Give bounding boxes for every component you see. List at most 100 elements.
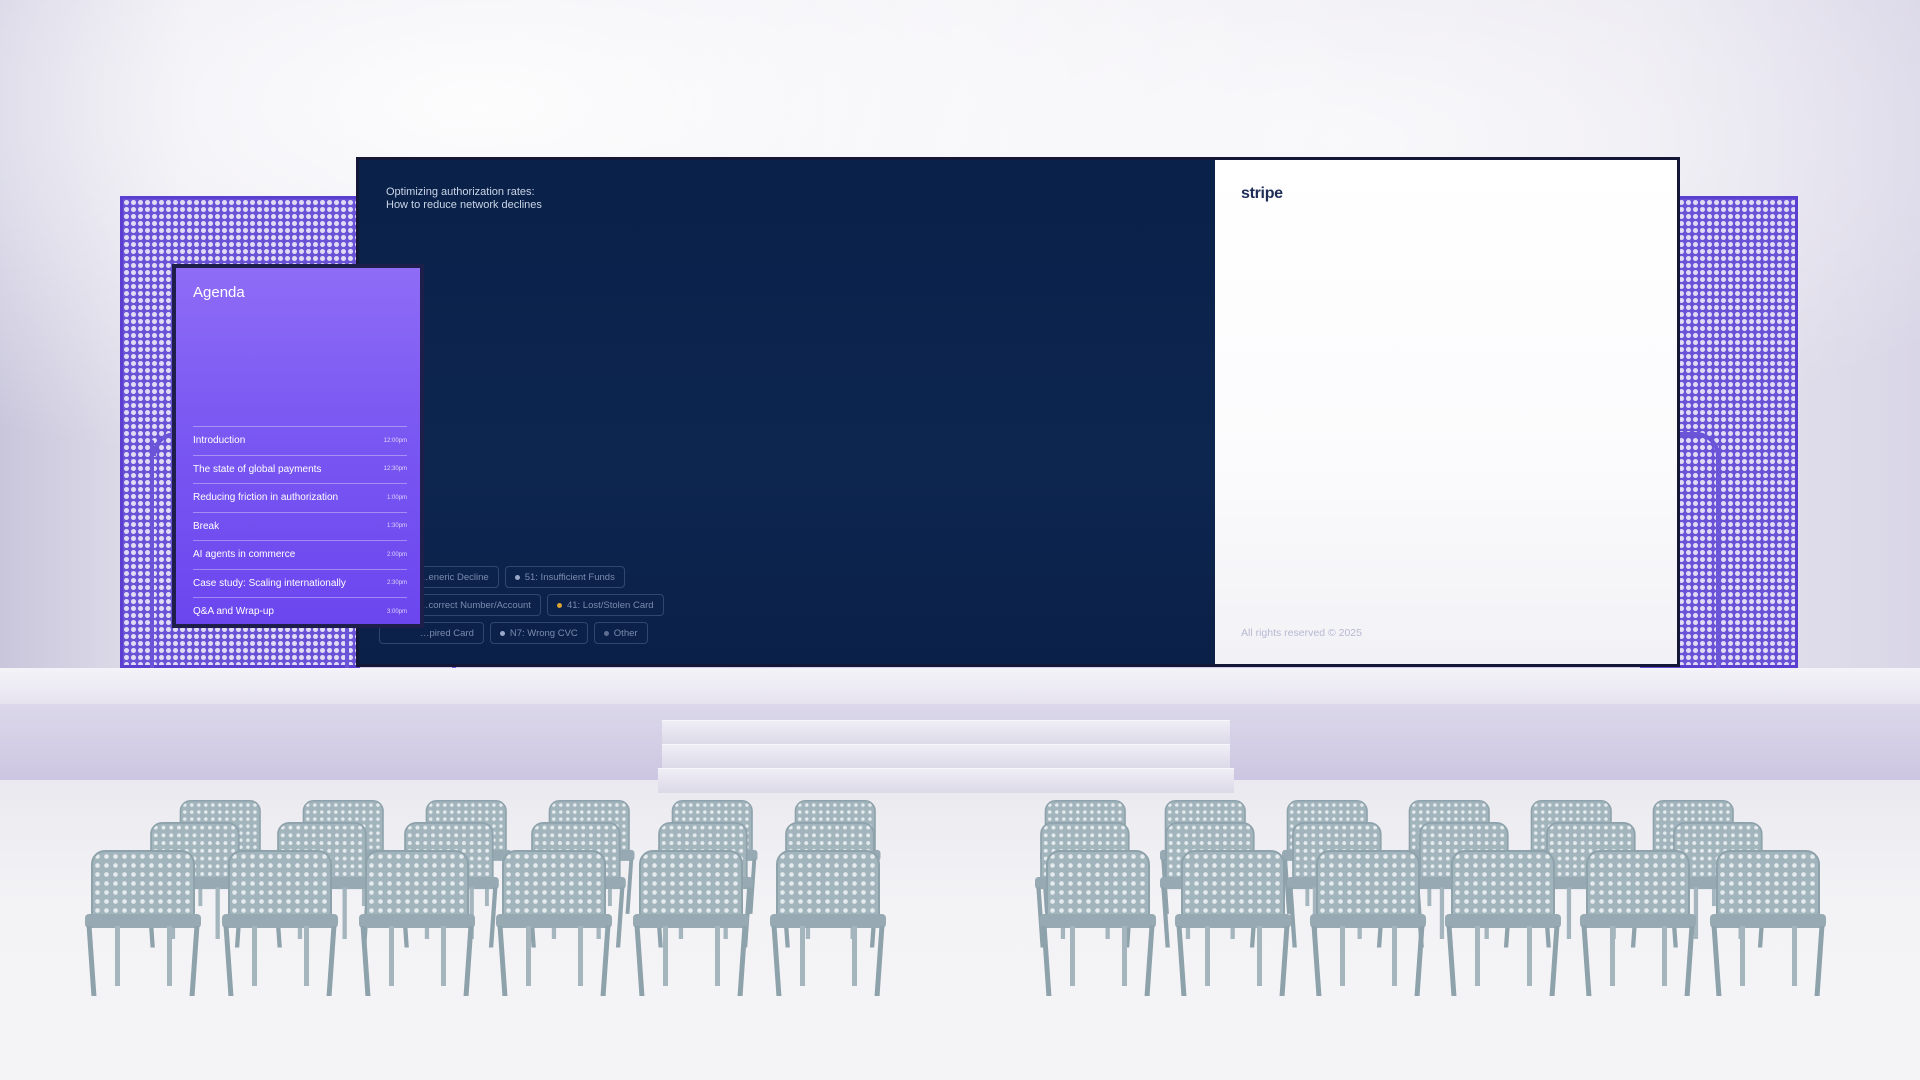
chair-part <box>800 926 805 986</box>
chair-part <box>360 926 371 996</box>
legend-chip: 41: Lost/Stolen Card <box>546 594 664 616</box>
agenda-item-label: Introduction <box>193 435 246 447</box>
chair-part <box>1710 914 1826 928</box>
chair-part <box>223 926 234 996</box>
chair <box>770 850 886 1000</box>
chair-part <box>1181 850 1285 920</box>
agenda-item: The state of global payments 12:30pm <box>193 454 407 484</box>
agenda-board: Agenda Introduction 12:00pm The state of … <box>172 264 424 628</box>
chair-part <box>463 926 474 996</box>
chair-part <box>1205 926 1210 986</box>
chair-part <box>663 926 668 986</box>
chair-part <box>389 926 394 986</box>
chair-part <box>1445 914 1561 928</box>
chair-part <box>497 926 508 996</box>
legend-chip-label: 51: Insufficient Funds <box>524 571 615 583</box>
chair-part <box>189 926 200 996</box>
chair-part <box>615 887 625 948</box>
chair-part <box>1310 914 1426 928</box>
chair-part <box>770 914 886 928</box>
chair-part <box>1175 914 1291 928</box>
chair <box>85 850 201 1000</box>
stage-scene: Optimizing authorization rates: How to r… <box>0 0 1920 1080</box>
chair-part <box>1549 926 1560 996</box>
chair-part <box>1580 914 1696 928</box>
legend-row: …correct Number/Account 41: Lost/Stolen … <box>379 594 685 616</box>
chair-part <box>1311 926 1322 996</box>
agenda-item-label: Break <box>193 520 220 532</box>
agenda-item-time: 2:00pm <box>386 551 407 558</box>
agenda-item-label: The state of global payments <box>193 463 322 475</box>
chair-part <box>502 850 606 920</box>
legend-chip-label: 41: Lost/Stolen Card <box>566 599 654 611</box>
legend-chip-label: …eneric Decline <box>419 571 489 583</box>
chair-part <box>215 887 220 939</box>
agenda-item-time: 12:30pm <box>383 466 407 473</box>
chair-part <box>776 850 880 920</box>
chair-part <box>1070 926 1075 986</box>
chair-part <box>1279 926 1290 996</box>
chair-part <box>1122 926 1127 986</box>
chair-part <box>91 850 195 920</box>
chair-part <box>1046 850 1150 920</box>
chair <box>1580 850 1696 1000</box>
chair-part <box>1144 926 1155 996</box>
chair-part <box>737 926 748 996</box>
legend-dot <box>514 574 520 580</box>
slide-title-line-1: Optimizing authorization rates: <box>386 186 535 198</box>
chair-part <box>359 914 475 928</box>
chair-part <box>222 914 338 928</box>
chair-part <box>1740 926 1745 986</box>
chair-part <box>228 850 332 920</box>
legend-chip-label: …correct Number/Account <box>419 599 531 611</box>
chair-part <box>1414 926 1425 996</box>
legend-chip: Other <box>593 622 648 644</box>
chair-part <box>1040 914 1156 928</box>
legend-dot <box>603 630 609 636</box>
chair <box>1175 850 1291 1000</box>
agenda-list: Introduction 12:00pm The state of global … <box>193 426 407 626</box>
copyright-text: All rights reserved © 2025 <box>1241 627 1362 639</box>
chair-part <box>1814 926 1825 996</box>
agenda-item: AI agents in commerce 2:00pm <box>193 540 407 569</box>
chair-part <box>1684 926 1695 996</box>
agenda-item: Break 1:30pm <box>193 511 407 541</box>
chair-part <box>1566 887 1572 939</box>
legend-chip: 51: Insufficient Funds <box>504 566 625 588</box>
agenda-item-label: Reducing friction in authorization <box>193 492 339 504</box>
audience-seating <box>0 800 1920 1000</box>
chair-part <box>342 887 347 939</box>
chair <box>496 850 612 1000</box>
slide-title: Optimizing authorization rates: How to r… <box>386 186 542 212</box>
chair-part <box>1610 926 1615 986</box>
chair-part <box>304 926 309 986</box>
left-stand-pole <box>150 440 154 704</box>
slide-title-line-2: How to reduce network declines <box>386 199 542 211</box>
legend-dot <box>556 602 562 608</box>
step <box>662 744 1230 769</box>
chair-part <box>1041 926 1052 996</box>
chair-part <box>634 926 645 996</box>
agenda-item-time: 3:00pm <box>386 608 407 615</box>
chair-part <box>441 926 446 986</box>
chair-part <box>1716 850 1820 920</box>
chair-part <box>1581 926 1592 996</box>
chair <box>1710 850 1826 1000</box>
agenda-title: Agenda <box>193 284 245 301</box>
chair-part <box>496 914 612 928</box>
agenda-item: Q&A and Wrap-up 3:00pm <box>193 597 407 626</box>
chair-part <box>1257 926 1262 986</box>
chair <box>1040 850 1156 1000</box>
chair-part <box>874 926 885 996</box>
presentation-screen: Optimizing authorization rates: How to r… <box>356 157 1680 667</box>
chair-part <box>1586 850 1690 920</box>
legend-chip: N7: Wrong CVC <box>489 622 588 644</box>
chair-part <box>1792 926 1797 986</box>
chair-part <box>167 926 172 986</box>
chair-part <box>1340 926 1345 986</box>
chair-part <box>1439 887 1445 939</box>
chair-part <box>1662 926 1667 986</box>
chair-part <box>639 850 743 920</box>
chair-part <box>1475 926 1480 986</box>
agenda-item-label: Q&A and Wrap-up <box>193 606 274 618</box>
